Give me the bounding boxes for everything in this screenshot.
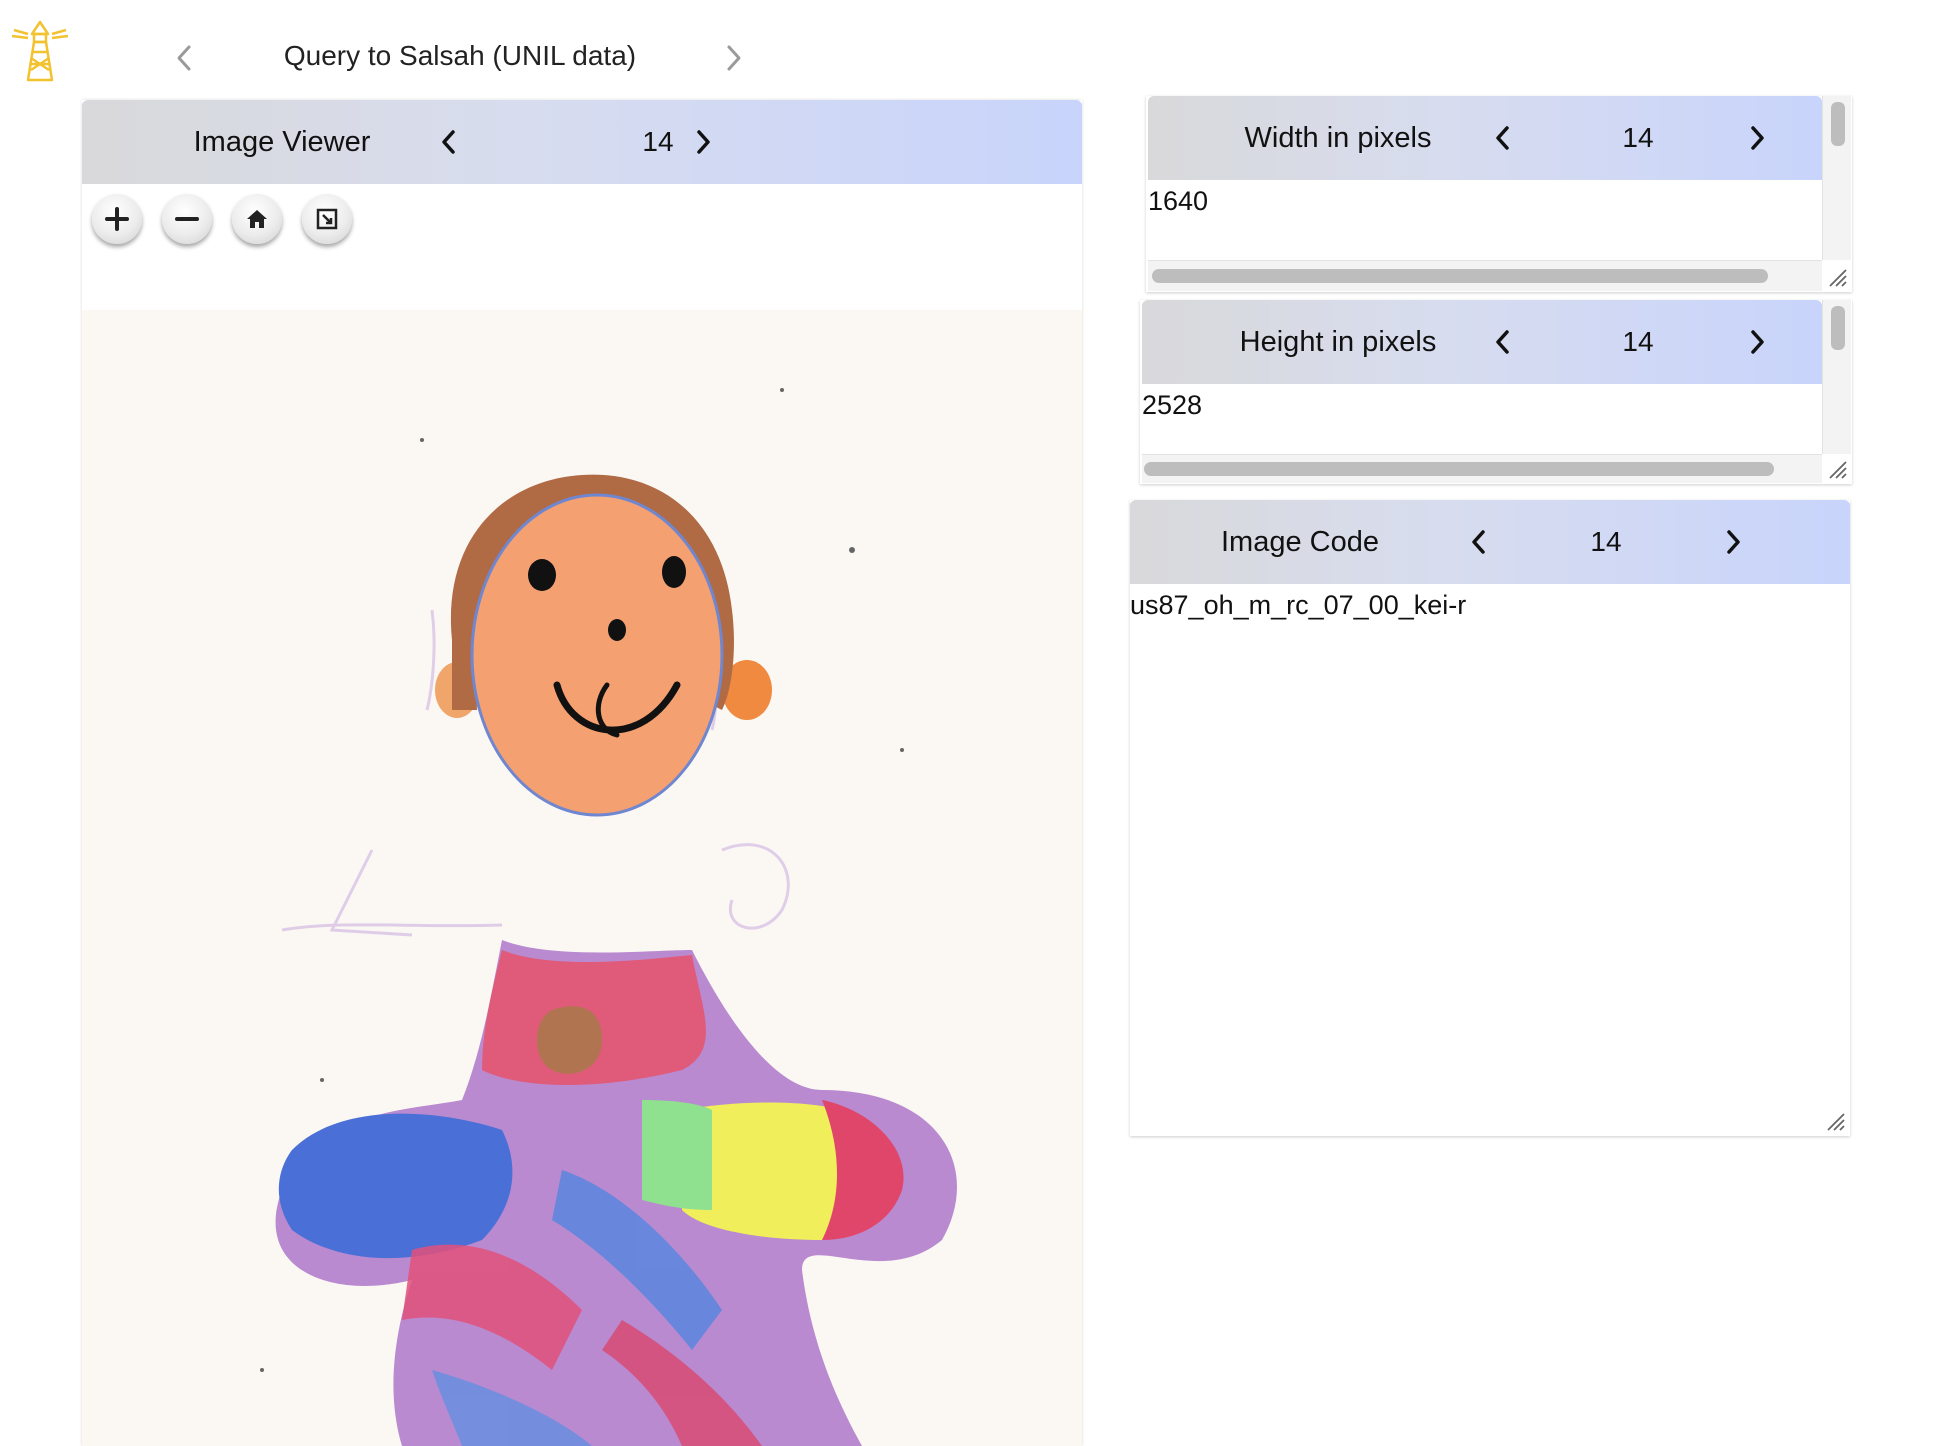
width-horizontal-scroll-thumb[interactable] — [1152, 269, 1768, 283]
image-code-resize-grip-icon[interactable] — [1824, 1110, 1846, 1132]
height-panel-header: Height in pixels 14 — [1142, 300, 1822, 384]
height-panel-title: Height in pixels — [1239, 326, 1437, 358]
zoom-out-icon — [175, 217, 199, 221]
width-horizontal-scrollbar[interactable] — [1148, 260, 1822, 291]
zoom-in-button[interactable] — [92, 194, 142, 244]
fullscreen-icon — [316, 208, 338, 230]
height-horizontal-scrollbar[interactable] — [1142, 454, 1822, 483]
home-icon — [247, 210, 267, 228]
width-panel-title: Width in pixels — [1244, 122, 1432, 154]
chevron-right-icon — [727, 45, 741, 71]
header-prev-button[interactable] — [164, 38, 204, 78]
image-code-index: 14 — [1590, 526, 1622, 557]
image-code-value: us87_oh_m_rc_07_00_kei-r — [1130, 590, 1467, 620]
width-next-button[interactable] — [1738, 118, 1778, 158]
width-vertical-scroll-thumb[interactable] — [1831, 102, 1845, 146]
home-button[interactable] — [232, 194, 282, 244]
chevron-right-icon — [1751, 126, 1764, 150]
height-vertical-scroll-thumb[interactable] — [1831, 306, 1845, 350]
image-code-title: Image Code — [1221, 526, 1379, 558]
height-next-button[interactable] — [1738, 322, 1778, 362]
chevron-right-icon — [1727, 530, 1740, 554]
chevron-left-icon — [1496, 330, 1509, 354]
chevron-left-icon — [177, 45, 191, 71]
height-resize-grip-icon[interactable] — [1826, 458, 1848, 480]
lighthouse-logo-icon — [10, 12, 70, 84]
header-next-button[interactable] — [714, 38, 754, 78]
height-horizontal-scroll-thumb[interactable] — [1144, 462, 1774, 476]
image-code-prev-button[interactable] — [1458, 522, 1498, 562]
chevron-right-icon — [697, 130, 710, 154]
width-vertical-scrollbar[interactable] — [1822, 96, 1851, 260]
image-viewer-next-button[interactable] — [684, 122, 724, 162]
width-resize-grip-icon[interactable] — [1826, 266, 1848, 288]
height-prev-button[interactable] — [1482, 322, 1522, 362]
width-value: 1640 — [1148, 186, 1209, 216]
image-code-next-button[interactable] — [1714, 522, 1754, 562]
image-viewer-title: Image Viewer — [193, 126, 371, 158]
image-viewer-header: Image Viewer 14 — [82, 100, 1082, 184]
height-value: 2528 — [1142, 390, 1203, 420]
chevron-left-icon — [1472, 530, 1485, 554]
zoom-in-icon — [105, 207, 129, 231]
zoom-out-button[interactable] — [162, 194, 212, 244]
fullscreen-button[interactable] — [302, 194, 352, 244]
width-prev-button[interactable] — [1482, 118, 1522, 158]
image-canvas[interactable] — [82, 310, 1082, 1446]
width-panel-header: Width in pixels 14 — [1148, 96, 1822, 180]
image-code-header: Image Code 14 — [1130, 500, 1850, 584]
height-vertical-scrollbar[interactable] — [1822, 300, 1851, 454]
width-panel-index: 14 — [1622, 122, 1654, 153]
chevron-left-icon — [1496, 126, 1509, 150]
child-drawing-image — [260, 388, 958, 1446]
image-viewer-prev-button[interactable] — [428, 122, 468, 162]
chevron-right-icon — [1751, 330, 1764, 354]
chevron-left-icon — [442, 130, 455, 154]
page-title: Query to Salsah (UNIL data) — [283, 40, 637, 71]
height-panel-index: 14 — [1622, 326, 1654, 357]
